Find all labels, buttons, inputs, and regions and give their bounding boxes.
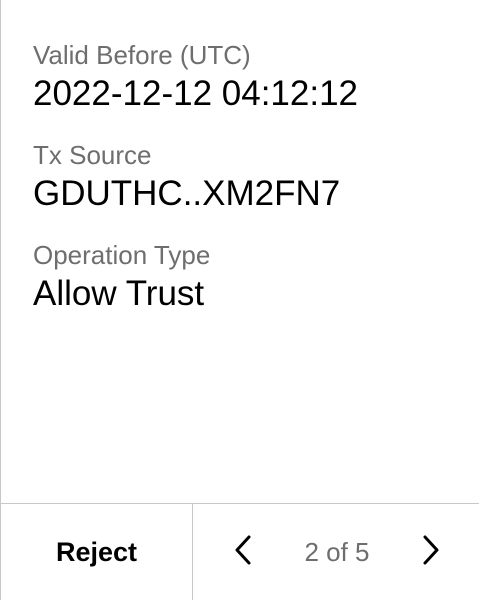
transaction-details: Valid Before (UTC) 2022-12-12 04:12:12 T… [33, 38, 459, 338]
chevron-right-icon [421, 534, 441, 571]
tx-source-label: Tx Source [33, 140, 152, 170]
valid-before-value: 2022-12-12 04:12:12 [33, 74, 358, 113]
operation-type-value: Allow Trust [33, 274, 205, 313]
reject-button[interactable]: Reject [1, 504, 193, 600]
operation-type-label: Operation Type [33, 240, 211, 270]
footer-bar: Reject 2 of 5 [1, 503, 479, 600]
review-screen: Valid Before (UTC) 2022-12-12 04:12:12 T… [0, 0, 479, 600]
valid-before-field: Valid Before (UTC) 2022-12-12 04:12:12 [33, 38, 459, 116]
tx-source-field: Tx Source GDUTHC..XM2FN7 [33, 138, 459, 216]
pager: 2 of 5 [193, 504, 479, 600]
page-indicator: 2 of 5 [304, 536, 370, 567]
tx-source-value: GDUTHC..XM2FN7 [33, 174, 341, 213]
valid-before-label: Valid Before (UTC) [33, 40, 251, 70]
chevron-left-icon [233, 534, 253, 571]
next-page-button[interactable] [417, 534, 445, 570]
previous-page-button[interactable] [229, 534, 257, 570]
operation-type-field: Operation Type Allow Trust [33, 238, 459, 316]
